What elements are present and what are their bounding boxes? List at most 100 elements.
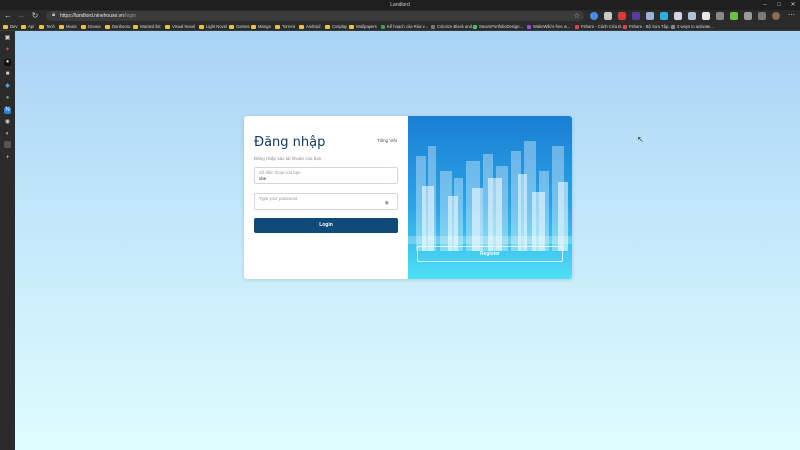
- bookmark-label: Light Novel: [206, 24, 227, 29]
- login-card: Đăng nhập Tiếng Việt Đăng nhập vào tài k…: [244, 116, 572, 279]
- bookmark-label: Fshare - Bộ Sưu Tập...: [629, 24, 672, 29]
- forward-icon[interactable]: →: [16, 11, 26, 21]
- extension-icon[interactable]: [646, 12, 654, 20]
- extension-icon[interactable]: [688, 12, 696, 20]
- folder-icon: [3, 24, 8, 29]
- bookmark-link[interactable]: Fshare - Cánh Cửa Đ...: [575, 23, 625, 30]
- bookmark-label: Android: [306, 24, 321, 29]
- bookmark-folder[interactable]: Danbooru: [105, 23, 130, 30]
- site-favicon-icon: [527, 24, 531, 29]
- bookmark-link[interactable]: 2 ways to activate...: [671, 23, 714, 30]
- bookmark-label: Danbooru: [112, 24, 131, 29]
- page-title: Đăng nhập: [254, 135, 326, 150]
- login-subtitle: Đăng nhập vào tài khoản của bạn: [254, 156, 322, 161]
- bookmark-folder[interactable]: Games: [229, 23, 250, 30]
- bookmark-folder[interactable]: Api: [21, 23, 34, 30]
- bookmark-link[interactable]: Colorize Black and...: [431, 23, 475, 30]
- bookmark-label: Kế hoạch của Rùa v...: [387, 24, 428, 29]
- folder-icon: [229, 24, 234, 29]
- bookmark-star-icon[interactable]: ☆: [574, 12, 580, 20]
- minimize-icon[interactable]: –: [758, 1, 772, 9]
- folder-icon: [325, 24, 330, 29]
- bookmark-folder[interactable]: Drama: [81, 23, 101, 30]
- bookmark-label: Torrent: [282, 24, 296, 29]
- show-password-icon[interactable]: ◉: [385, 200, 389, 206]
- folder-icon: [133, 24, 138, 29]
- password-field[interactable]: Type your password ◉: [254, 193, 398, 210]
- bookmark-folder[interactable]: Tech: [39, 23, 55, 30]
- bookmark-label: Tech: [46, 24, 55, 29]
- site-favicon-icon: [575, 24, 579, 29]
- extension-icon[interactable]: [730, 12, 738, 20]
- reload-icon[interactable]: ↻: [30, 11, 40, 21]
- bookmark-label: Dev: [10, 24, 18, 29]
- login-button[interactable]: Login: [254, 218, 398, 233]
- bookmark-folder[interactable]: Visual Novel: [165, 23, 195, 30]
- folder-icon: [81, 24, 86, 29]
- bookmark-label: Fshare - Cánh Cửa Đ...: [581, 24, 625, 29]
- folder-icon: [349, 24, 354, 29]
- bookmark-link[interactable]: Fshare - Bộ Sưu Tập...: [623, 23, 672, 30]
- address-url[interactable]: https://landlord.ninehouse.vn/login: [60, 13, 136, 19]
- profile-avatar[interactable]: [772, 12, 780, 20]
- bookmark-folder[interactable]: Wallpapers: [349, 23, 377, 30]
- language-selector[interactable]: Tiếng Việt: [377, 138, 397, 143]
- bookmark-folder[interactable]: Torrent: [275, 23, 295, 30]
- folder-icon: [299, 24, 304, 29]
- username-field[interactable]: Số điện thoại của bạn vbe: [254, 167, 398, 184]
- bookmark-label: Api: [28, 24, 35, 29]
- address-bar[interactable]: 🔒︎ https://landlord.ninehouse.vn/login ☆: [46, 11, 584, 21]
- sidebar-app-icon[interactable]: ✦: [4, 47, 11, 54]
- folder-icon: [59, 24, 64, 29]
- back-icon[interactable]: ←: [3, 11, 13, 21]
- bookmark-folder[interactable]: Music: [59, 23, 77, 30]
- sidebar-app-icon[interactable]: ◆: [4, 83, 11, 90]
- bookmark-label: Visual Novel: [172, 24, 196, 29]
- sidebar-app-icon[interactable]: N: [4, 107, 11, 114]
- add-icon[interactable]: +: [4, 155, 11, 162]
- bookmark-folder[interactable]: Light Novel: [199, 23, 227, 30]
- password-placeholder: Type your password: [259, 196, 298, 201]
- bookmark-link[interactable]: SteamPortfolioDesign...: [473, 23, 523, 30]
- username-label: Số điện thoại của bạn: [259, 170, 301, 175]
- site-favicon-icon: [473, 24, 477, 29]
- bookmark-folder[interactable]: Dev: [3, 23, 17, 30]
- collections-icon[interactable]: [758, 12, 766, 20]
- maximize-icon[interactable]: □: [772, 1, 786, 9]
- bookmark-label: WakeWiki's free w...: [533, 24, 571, 29]
- extension-icon[interactable]: [590, 12, 598, 20]
- bookmark-label: Wallpapers: [356, 24, 377, 29]
- extension-icon[interactable]: [660, 12, 668, 20]
- extension-icon[interactable]: [604, 12, 612, 20]
- sidebar-app-icon[interactable]: [4, 141, 11, 148]
- extension-icon[interactable]: [702, 12, 710, 20]
- mouse-cursor-icon: ↖: [637, 135, 644, 144]
- folder-icon: [165, 24, 170, 29]
- bookmark-folder[interactable]: Manga: [251, 23, 271, 30]
- close-icon[interactable]: ✕: [786, 1, 800, 9]
- extension-icon[interactable]: [674, 12, 682, 20]
- sidebar-app-icon[interactable]: ●: [4, 59, 11, 66]
- favorites-icon[interactable]: [744, 12, 752, 20]
- sidebar-app-icon[interactable]: ◉: [4, 119, 11, 126]
- menu-icon[interactable]: ⋯: [788, 11, 795, 19]
- username-value[interactable]: vbe: [259, 176, 266, 181]
- bookmark-folder[interactable]: Wanted list: [133, 23, 161, 30]
- sidebar-app-icon[interactable]: ●: [4, 95, 11, 102]
- extension-icon[interactable]: [632, 12, 640, 20]
- extension-icon[interactable]: [716, 12, 724, 20]
- bookmark-link[interactable]: Kế hoạch của Rùa v...: [381, 23, 428, 30]
- folder-icon: [275, 24, 280, 29]
- folder-icon: [199, 24, 204, 29]
- bookmark-label: Cosplay: [332, 24, 348, 29]
- extension-icon[interactable]: [618, 12, 626, 20]
- bookmark-link[interactable]: WakeWiki's free w...: [527, 23, 570, 30]
- sidebar-app-icon[interactable]: ◐: [4, 131, 11, 138]
- folder-icon: [105, 24, 110, 29]
- tabs-icon[interactable]: ▣: [4, 35, 11, 42]
- folder-icon: [251, 24, 256, 29]
- bookmark-folder[interactable]: Android: [299, 23, 320, 30]
- register-button[interactable]: Register: [417, 246, 563, 262]
- bookmark-icon[interactable]: ■: [4, 71, 11, 78]
- bookmark-folder[interactable]: Cosplay: [325, 23, 347, 30]
